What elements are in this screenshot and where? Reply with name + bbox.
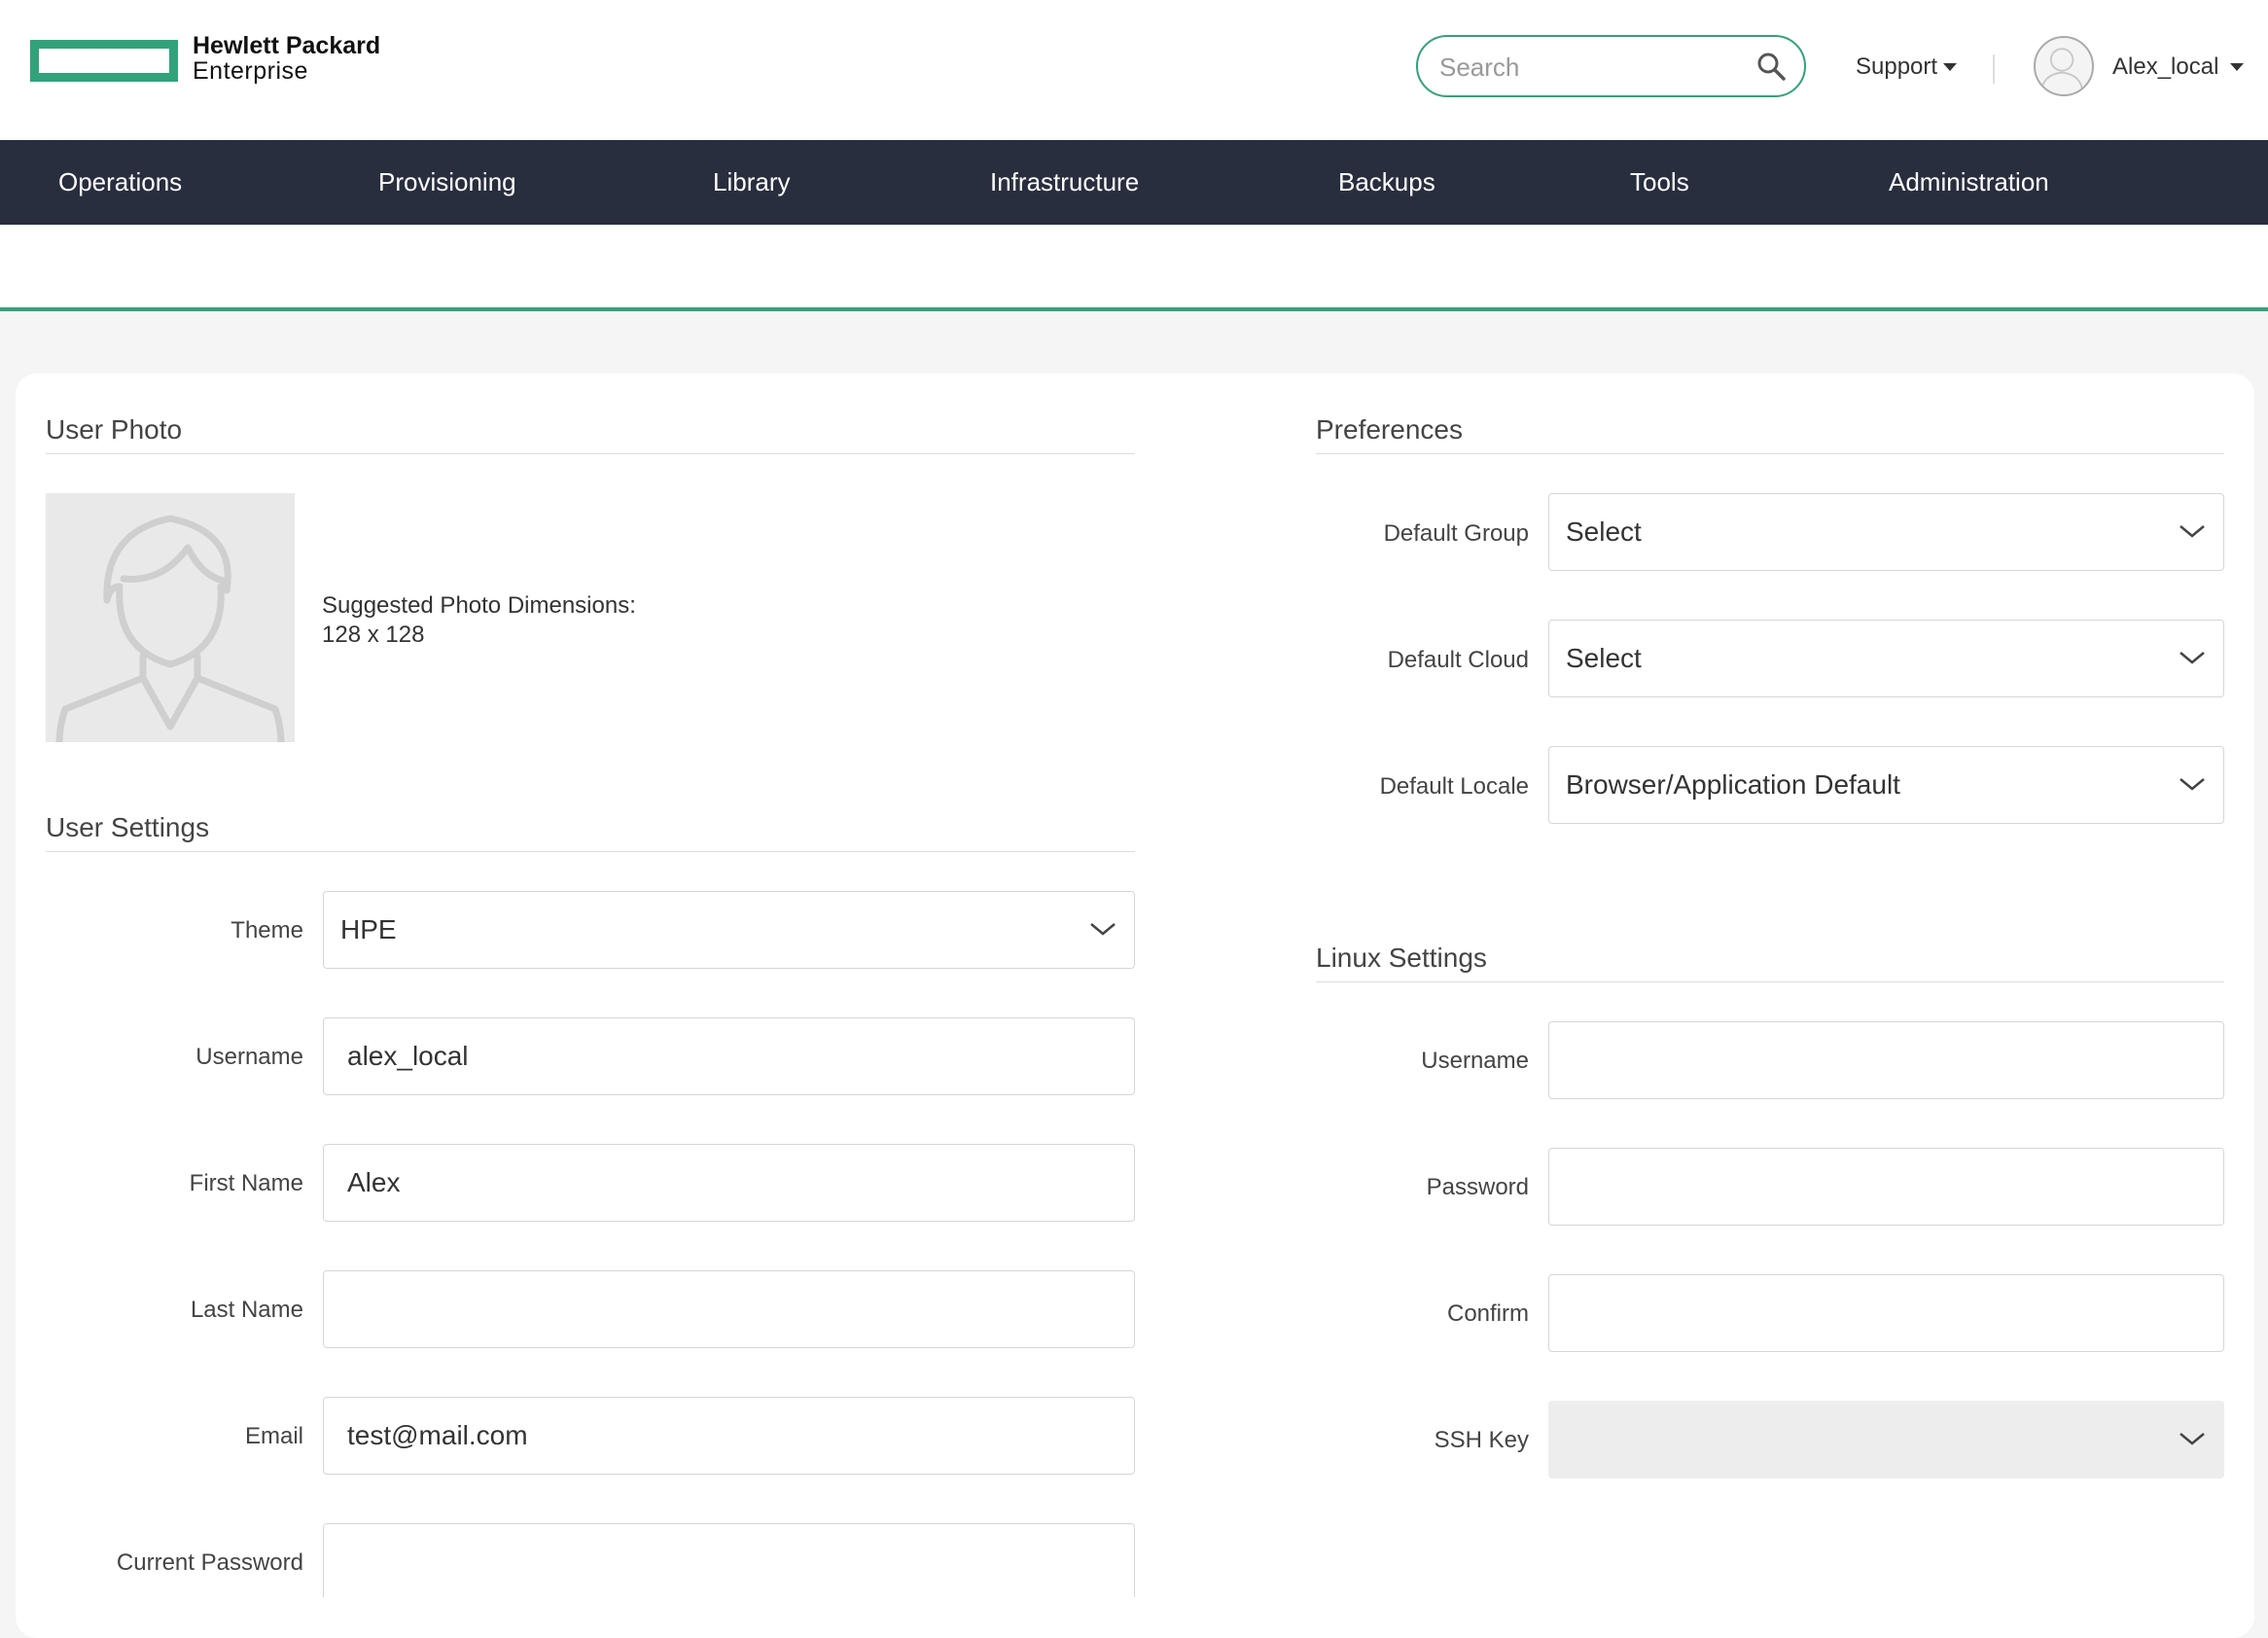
top-header: Hewlett Packard Enterprise Support Alex_… xyxy=(0,0,2268,140)
caret-down-icon xyxy=(2230,63,2245,71)
sub-header-band xyxy=(0,225,2268,311)
search-icon[interactable] xyxy=(1755,51,1787,82)
current-password-input[interactable] xyxy=(324,1524,1134,1597)
brand-name: Hewlett Packard Enterprise xyxy=(193,33,380,84)
preferences-heading: Preferences xyxy=(1316,414,2224,454)
nav-infrastructure[interactable]: Infrastructure xyxy=(990,140,1139,225)
default-cloud-label: Default Cloud xyxy=(1387,647,1529,673)
default-group-value: Select xyxy=(1566,516,1642,547)
default-group-label: Default Group xyxy=(1383,520,1529,547)
ssh-key-label: SSH Key xyxy=(1434,1427,1529,1453)
user-photo-heading: User Photo xyxy=(46,414,1135,454)
email-field[interactable] xyxy=(323,1397,1135,1475)
nav-tools[interactable]: Tools xyxy=(1630,140,1689,225)
linux-confirm-input[interactable] xyxy=(1549,1275,2223,1351)
nav-provisioning[interactable]: Provisioning xyxy=(378,140,516,225)
chevron-down-icon xyxy=(2179,525,2205,538)
default-group-select[interactable]: Select xyxy=(1548,493,2224,571)
username-label: Username xyxy=(195,1044,303,1070)
linux-settings-heading: Linux Settings xyxy=(1316,943,2224,982)
theme-select[interactable]: HPE xyxy=(323,891,1135,969)
linux-username-field[interactable] xyxy=(1548,1021,2224,1099)
first-name-label: First Name xyxy=(189,1170,303,1196)
nav-administration[interactable]: Administration xyxy=(1889,140,2049,225)
first-name-input[interactable] xyxy=(324,1145,1134,1221)
linux-password-label: Password xyxy=(1426,1174,1529,1200)
search-box xyxy=(1416,35,1806,97)
user-avatar[interactable] xyxy=(2034,36,2094,96)
photo-dimension-hint: Suggested Photo Dimensions: 128 x 128 xyxy=(322,591,636,650)
support-menu[interactable]: Support xyxy=(1856,53,1958,81)
brand-line-1: Hewlett Packard xyxy=(193,32,381,59)
current-password-field[interactable] xyxy=(323,1523,1135,1597)
last-name-label: Last Name xyxy=(190,1297,303,1323)
theme-label: Theme xyxy=(230,917,303,944)
current-password-label: Current Password xyxy=(116,1549,303,1576)
user-name-label: Alex_local xyxy=(2112,53,2219,80)
chevron-down-icon xyxy=(2179,1433,2205,1445)
brand-line-2: Enterprise xyxy=(193,57,308,85)
ssh-key-select[interactable] xyxy=(1548,1401,2224,1478)
username-field[interactable] xyxy=(323,1017,1135,1095)
user-settings-heading: User Settings xyxy=(46,812,1135,852)
last-name-input[interactable] xyxy=(324,1271,1134,1347)
email-input[interactable] xyxy=(324,1398,1134,1474)
default-locale-select[interactable]: Browser/Application Default xyxy=(1548,746,2224,824)
nav-operations[interactable]: Operations xyxy=(58,140,182,225)
chevron-down-icon xyxy=(2179,778,2205,791)
photo-hint-line-1: Suggested Photo Dimensions: xyxy=(322,592,636,619)
photo-hint-line-2: 128 x 128 xyxy=(322,622,425,648)
default-locale-label: Default Locale xyxy=(1379,773,1529,800)
chevron-down-icon xyxy=(1090,923,1116,936)
nav-library[interactable]: Library xyxy=(713,140,790,225)
first-name-field[interactable] xyxy=(323,1144,1135,1222)
last-name-field[interactable] xyxy=(323,1270,1135,1348)
search-input[interactable] xyxy=(1439,49,1751,86)
chevron-down-icon xyxy=(2179,652,2205,664)
caret-down-icon xyxy=(1943,63,1958,71)
user-photo[interactable] xyxy=(46,493,295,742)
username-input[interactable] xyxy=(324,1018,1134,1094)
user-menu[interactable]: Alex_local xyxy=(2112,53,2245,81)
linux-username-label: Username xyxy=(1421,1048,1529,1074)
email-label: Email xyxy=(244,1423,303,1449)
linux-confirm-label: Confirm xyxy=(1446,1300,1529,1327)
linux-confirm-field[interactable] xyxy=(1548,1274,2224,1352)
hpe-logo-icon[interactable] xyxy=(30,40,178,82)
header-divider xyxy=(1993,54,1995,84)
default-locale-value: Browser/Application Default xyxy=(1566,769,1900,800)
default-cloud-select[interactable]: Select xyxy=(1548,620,2224,697)
theme-value: HPE xyxy=(340,914,397,944)
linux-password-field[interactable] xyxy=(1548,1148,2224,1226)
support-label: Support xyxy=(1856,53,1938,80)
nav-backups[interactable]: Backups xyxy=(1338,140,1435,225)
default-cloud-value: Select xyxy=(1566,643,1642,673)
main-nav: Operations Provisioning Library Infrastr… xyxy=(0,140,2268,225)
user-silhouette-icon xyxy=(2039,48,2084,93)
user-placeholder-icon xyxy=(55,515,285,742)
linux-username-input[interactable] xyxy=(1549,1022,2223,1098)
linux-password-input[interactable] xyxy=(1549,1149,2223,1225)
